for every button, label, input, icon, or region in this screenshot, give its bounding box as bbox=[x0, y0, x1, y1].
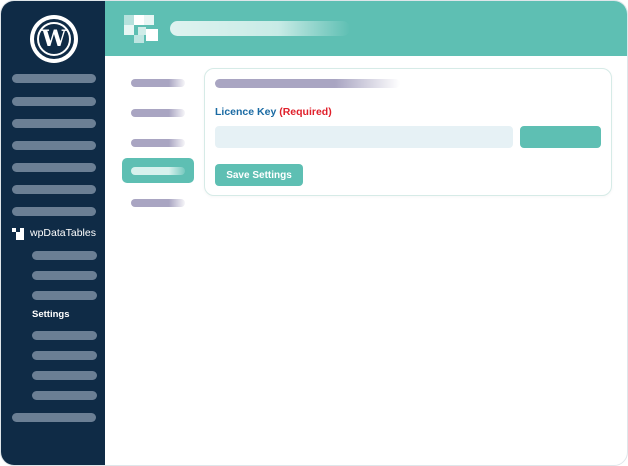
licence-key-label-text: Licence Key bbox=[215, 106, 277, 118]
submenu-item-placeholder[interactable] bbox=[32, 251, 97, 260]
wpdatatables-logo-icon bbox=[124, 15, 164, 45]
submenu-item-placeholder[interactable] bbox=[32, 351, 97, 360]
sidebar-item-placeholder[interactable] bbox=[12, 141, 96, 150]
plugin-header bbox=[105, 1, 627, 56]
admin-sidebar: W wpDataTables Settings bbox=[1, 1, 105, 465]
sidebar-item-placeholder[interactable] bbox=[12, 207, 96, 216]
settings-tab-placeholder[interactable] bbox=[131, 139, 185, 147]
sidebar-item-placeholder[interactable] bbox=[12, 185, 96, 194]
wpdatatables-icon bbox=[12, 227, 24, 240]
settings-tab-placeholder[interactable] bbox=[131, 109, 185, 117]
settings-tab-label-placeholder bbox=[131, 167, 185, 175]
sidebar-item-label: wpDataTables bbox=[30, 227, 96, 239]
submenu-item-placeholder[interactable] bbox=[32, 291, 97, 300]
licence-card: Licence Key (Required) Save Settings bbox=[204, 68, 612, 196]
activate-button[interactable] bbox=[520, 126, 601, 148]
settings-tab-active[interactable] bbox=[122, 158, 194, 183]
required-indicator: (Required) bbox=[279, 106, 332, 118]
page-title-placeholder bbox=[170, 21, 350, 36]
wordpress-icon[interactable]: W bbox=[30, 15, 78, 63]
licence-key-input[interactable] bbox=[215, 126, 513, 148]
sidebar-item-placeholder[interactable] bbox=[12, 74, 96, 83]
licence-key-label: Licence Key (Required) bbox=[215, 106, 332, 118]
card-title-placeholder bbox=[215, 79, 400, 88]
submenu-item-placeholder[interactable] bbox=[32, 271, 97, 280]
settings-tab-placeholder[interactable] bbox=[131, 79, 185, 87]
sidebar-item-placeholder[interactable] bbox=[12, 413, 96, 422]
app-window: W wpDataTables Settings Licence Key (Req… bbox=[0, 0, 628, 466]
sidebar-item-placeholder[interactable] bbox=[12, 97, 96, 106]
submenu-item-placeholder[interactable] bbox=[32, 371, 97, 380]
sidebar-item-wpdatatables[interactable]: wpDataTables bbox=[12, 227, 96, 240]
save-settings-button[interactable]: Save Settings bbox=[215, 164, 303, 186]
settings-tab-placeholder[interactable] bbox=[131, 199, 185, 207]
sidebar-item-placeholder[interactable] bbox=[12, 119, 96, 128]
submenu-item-settings[interactable]: Settings bbox=[32, 309, 69, 320]
submenu-item-placeholder[interactable] bbox=[32, 391, 97, 400]
submenu-item-placeholder[interactable] bbox=[32, 331, 97, 340]
sidebar-item-placeholder[interactable] bbox=[12, 163, 96, 172]
